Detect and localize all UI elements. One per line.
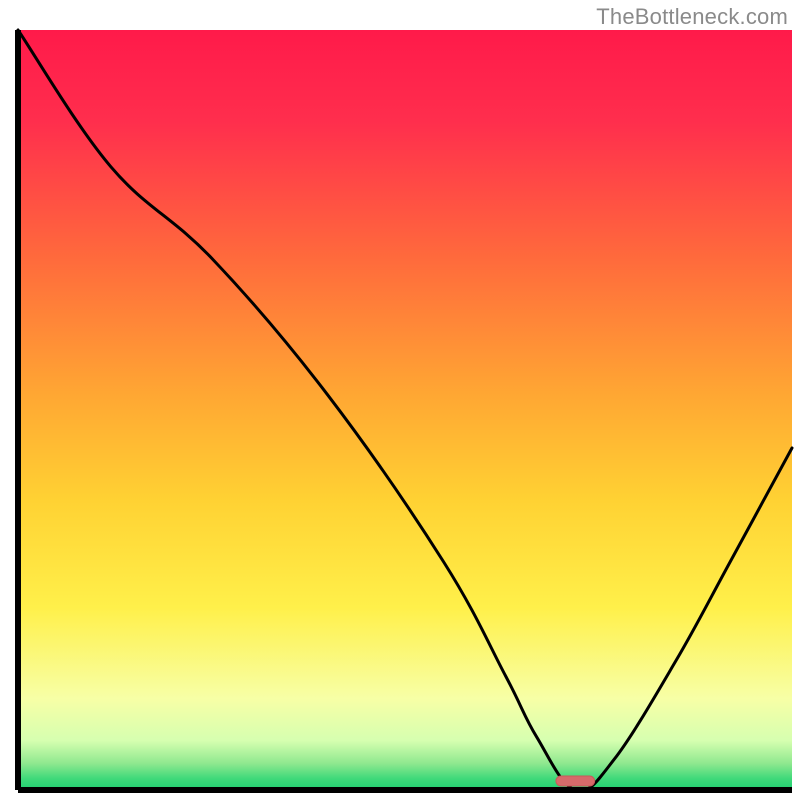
watermark-text: TheBottleneck.com <box>596 4 788 30</box>
optimal-range-marker <box>556 776 595 786</box>
gradient-background <box>18 30 792 790</box>
bottleneck-chart <box>0 0 800 800</box>
chart-container: TheBottleneck.com <box>0 0 800 800</box>
